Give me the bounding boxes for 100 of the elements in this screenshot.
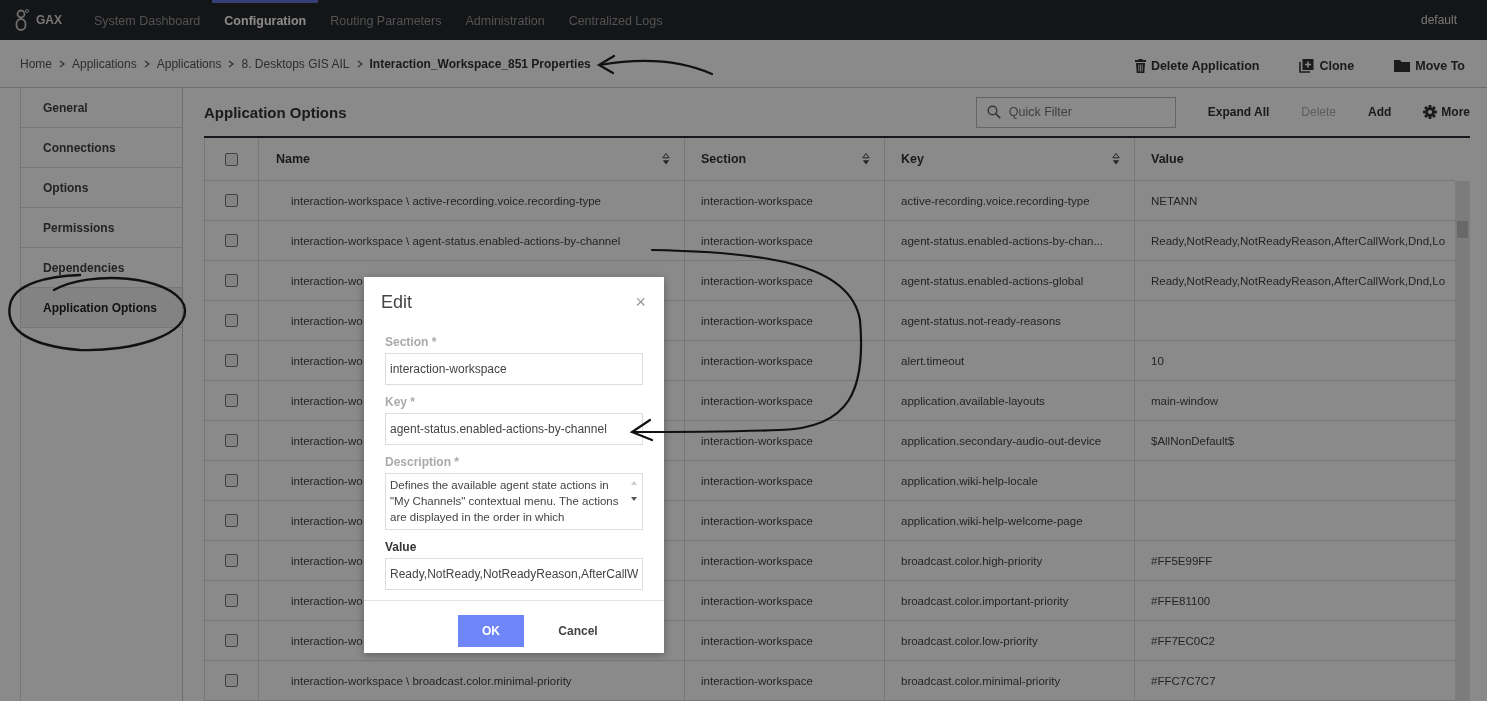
column-header[interactable]: Section [685,138,885,180]
column-header[interactable]: Key [885,138,1135,180]
checkbox[interactable] [225,314,238,327]
clone-icon [1299,58,1315,73]
column-header[interactable]: Value [1135,138,1455,180]
table-cell: interaction-workspace [701,514,813,527]
breadcrumb-link[interactable]: Home [20,56,52,71]
trash-icon [1134,58,1146,73]
dialog-title: Edit [381,291,413,313]
input-field[interactable]: Ready,NotReady,NotReadyReason,AfterCallW [385,558,643,590]
table-cell: interaction-workspace \ agent-status.enabled-actions-by-channel [291,234,621,247]
checkbox[interactable] [225,634,238,647]
table-cell: interaction-wo [291,354,363,367]
scrollbar[interactable] [1455,181,1470,701]
table-cell: interaction-workspace \ broadcast.color.minimal-priority [291,674,572,687]
toolbar-button[interactable]: Expand All [1207,105,1270,119]
table-cell: interaction-workspace [701,554,813,567]
chevron-icon [59,59,65,68]
table-cell: #FF7EC0C2 [1151,634,1215,647]
search-icon [986,104,1001,119]
app-name: GAX [36,13,62,27]
table-cell: agent-status.enabled-actions-by-chan... [901,234,1103,247]
table-cell: broadcast.color.low-priority [901,634,1038,647]
checkbox[interactable] [225,474,238,487]
table-cell: #FF5E99FF [1151,554,1213,567]
table-cell: interaction-workspace [701,674,813,687]
action-button[interactable]: Move To [1394,58,1465,73]
folder-icon [1394,59,1411,72]
table-cell: interaction-wo [291,274,363,287]
table-cell: interaction-workspace \ active-recording.voice.recording-type [291,194,601,207]
checkbox[interactable] [225,434,238,447]
close-button[interactable]: × [635,293,646,311]
table-cell: #FFC7C7C7 [1151,674,1216,687]
sidebar-item[interactable]: General [21,88,182,128]
checkbox[interactable] [225,514,238,527]
table-cell: interaction-wo [291,594,363,607]
table-cell: active-recording.voice.recording-type [901,194,1090,207]
user-name[interactable]: default [1420,13,1457,27]
checkbox[interactable] [225,594,238,607]
table-cell: application.wiki-help-locale [901,474,1038,487]
table-cell: 10 [1151,354,1164,367]
table-cell: interaction-workspace [701,314,813,327]
breadcrumb-link[interactable]: Applications [72,56,137,71]
table-cell: interaction-workspace [701,274,813,287]
checkbox[interactable] [225,194,238,207]
checkbox[interactable] [225,274,238,287]
sort-icon[interactable] [862,153,870,165]
table-cell: #FFE81100 [1151,594,1211,607]
chevron-icon [228,59,235,68]
sidebar-item[interactable]: Options [21,168,182,208]
table-cell: broadcast.color.high-priority [901,554,1043,567]
table-cell: interaction-workspace [701,474,813,487]
column-header[interactable]: Name [259,138,685,180]
action-button[interactable]: Clone [1299,58,1355,73]
description-text: Defines the available agent state actions in "My Channels" contextual menu. The actions are displayed in the order in which [390,478,620,525]
table-cell: interaction-wo [291,474,363,487]
sort-icon[interactable] [662,153,670,165]
table-cell: application.wiki-help-welcome-page [901,514,1083,527]
table-cell: interaction-workspace [701,354,813,367]
nav-tab[interactable]: Configuration [212,0,319,40]
sidebar-item[interactable]: Connections [21,128,182,168]
table-cell: interaction-workspace [701,394,813,407]
field-label: Description * [385,455,460,469]
table-cell: broadcast.color.minimal-priority [901,674,1061,687]
scroll-arrows-icon [630,479,638,503]
checkbox[interactable] [225,234,238,247]
checkbox[interactable] [225,354,238,367]
field-label: Key * [385,395,417,409]
ok-button[interactable]: OK [458,615,524,647]
table-cell: $AllNonDefault$ [1151,434,1235,447]
logo-icon [15,8,29,32]
sidebar-item[interactable]: Application Options [21,288,182,328]
table-cell: interaction-wo [291,514,363,527]
table-cell: interaction-workspace [701,194,813,207]
checkbox[interactable] [225,554,238,567]
toolbar-button[interactable]: Add [1368,105,1392,119]
action-button[interactable]: Delete Application [1134,58,1260,73]
table-cell: main-window [1151,394,1219,407]
table-cell: interaction-wo [291,634,363,647]
checkbox[interactable] [225,152,238,166]
breadcrumb-link[interactable]: 8. Desktops GIS AIL [241,56,350,71]
sidebar-item[interactable]: Permissions [21,208,182,248]
search-field[interactable]: Quick Filter [975,96,1176,128]
sort-icon[interactable] [1112,153,1120,165]
table-cell: application.secondary-audio-out-device [901,434,1102,447]
table-cell: interaction-workspace [701,634,813,647]
chevron-icon [356,59,363,68]
table-cell: interaction-workspace [701,234,813,247]
checkbox[interactable] [225,674,238,687]
field-label: Section * [385,335,438,349]
table-cell: application.available-layouts [901,394,1045,407]
checkbox[interactable] [225,394,238,407]
table-cell: interaction-wo [291,394,363,407]
table-cell: agent-status.not-ready-reasons [901,314,1061,327]
toolbar-button[interactable]: More [1423,105,1470,119]
panel-title: Application Options [204,103,347,121]
field-label: Value [385,540,418,554]
breadcrumb-link[interactable]: Applications [156,56,222,71]
breadcrumb-current: Interaction_Workspace_851 Properties [369,56,591,71]
table-cell: agent-status.enabled-actions-global [901,274,1084,287]
